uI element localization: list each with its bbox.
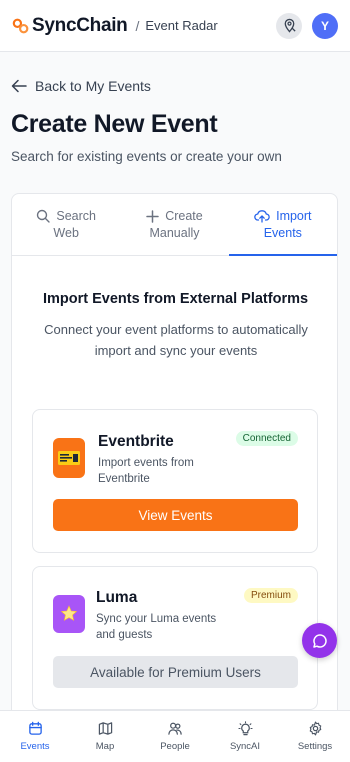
breadcrumb-section[interactable]: Event Radar <box>145 18 217 33</box>
import-section-description: Connect your event platforms to automati… <box>44 322 308 358</box>
tab-create-manually[interactable]: Create Manually <box>120 194 228 255</box>
page-title: Create New Event <box>11 110 218 138</box>
tab-label-line1: Import <box>276 208 312 223</box>
back-link-label: Back to My Events <box>35 78 151 94</box>
tab-import-events[interactable]: Import Events <box>228 194 337 256</box>
search-icon <box>37 209 51 223</box>
platform-description: Import events from Eventbrite <box>98 457 194 485</box>
view-events-button[interactable]: View Events <box>53 499 298 531</box>
breadcrumb-separator: / <box>135 17 140 34</box>
brand-name[interactable]: SyncChain <box>32 15 128 37</box>
platform-name: Luma <box>96 589 138 606</box>
gear-icon <box>309 721 321 736</box>
people-icon <box>168 722 182 735</box>
lightbulb-icon <box>237 721 253 736</box>
luma-logo-icon <box>53 595 85 633</box>
bottom-navigation: Events Map People SyncAI Settings <box>0 710 350 762</box>
back-to-events-link[interactable]: Back to My Events <box>11 78 151 94</box>
nav-label: Map <box>95 741 115 752</box>
platform-description: Sync your Luma events and guests <box>96 613 217 641</box>
user-avatar[interactable]: Y <box>312 12 338 39</box>
tab-label-line2: Web <box>53 225 79 240</box>
nav-item-settings[interactable]: Settings <box>280 711 350 762</box>
nav-item-events[interactable]: Events <box>0 711 70 762</box>
arrow-left-icon <box>11 79 27 93</box>
create-mode-tabs: Search Web Create Manually Import Events <box>12 194 337 256</box>
syncchain-logo-icon <box>12 18 29 33</box>
nav-item-syncai[interactable]: SyncAI <box>210 711 280 762</box>
tab-label-line2: Manually <box>149 225 200 240</box>
tab-search-web[interactable]: Search Web <box>12 194 120 255</box>
eventbrite-platform-card: Eventbrite Import events from Eventbrite… <box>32 409 318 553</box>
page-subtitle: Search for existing events or create you… <box>11 149 282 164</box>
premium-only-button[interactable]: Available for Premium Users <box>53 656 298 688</box>
connected-status-badge: Connected <box>235 431 298 446</box>
cloud-upload-icon <box>254 210 270 223</box>
platform-name: Eventbrite <box>98 433 174 450</box>
nav-label: People <box>160 741 190 752</box>
location-button[interactable] <box>276 12 302 39</box>
import-section-title: Import Events from External Platforms <box>42 291 309 307</box>
premium-badge: Premium <box>243 588 298 603</box>
tab-label-line1: Search <box>56 208 96 223</box>
nav-item-people[interactable]: People <box>140 711 210 762</box>
app-header: SyncChain / Event Radar Y <box>0 0 350 52</box>
nav-label: SyncAI <box>229 741 261 752</box>
nav-label: Settings <box>297 741 333 752</box>
tab-label-line2: Events <box>263 225 302 240</box>
tab-label-line1: Create <box>165 208 203 223</box>
chat-fab-button[interactable] <box>302 623 337 658</box>
location-pin-icon <box>284 18 296 33</box>
map-icon <box>98 722 112 735</box>
plus-icon <box>146 209 159 223</box>
luma-platform-card: Luma Sync your Luma events and guests Pr… <box>32 566 318 710</box>
nav-item-map[interactable]: Map <box>70 711 140 762</box>
calendar-icon <box>28 721 42 735</box>
nav-label: Events <box>20 741 50 752</box>
eventbrite-logo-icon <box>53 438 85 478</box>
create-event-card: Search Web Create Manually Import Events <box>11 193 338 733</box>
chat-bubble-icon <box>312 633 327 648</box>
